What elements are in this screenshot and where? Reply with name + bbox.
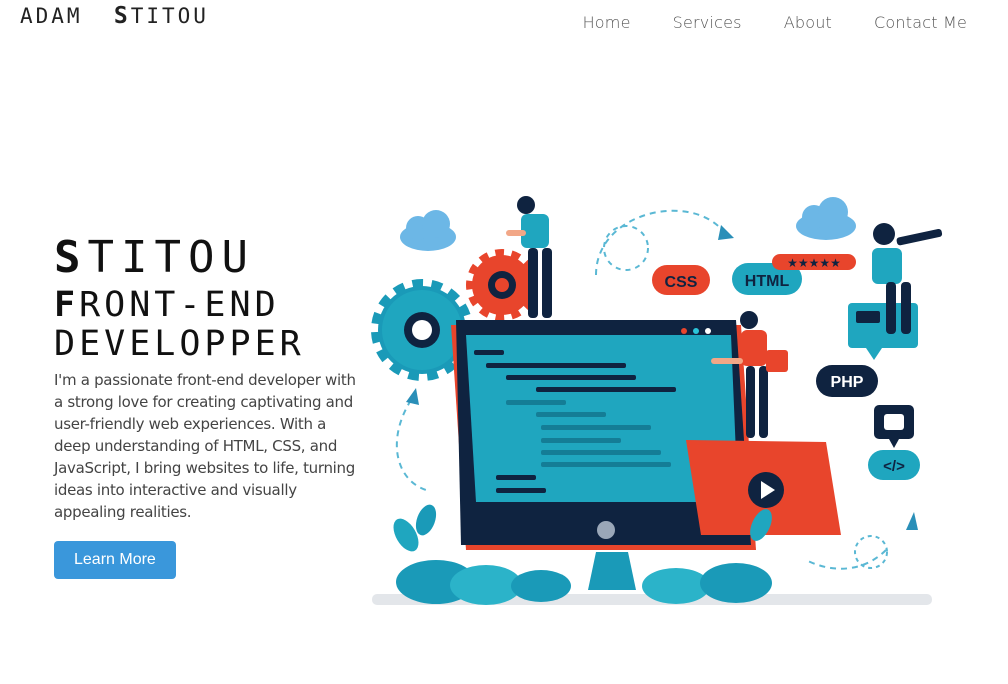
developer-illustration: CSS HTML ★★★★★ PHP </> [371,196,943,605]
dashed-arc-bottom-right [805,549,887,570]
nav-home-link[interactable]: Home [583,13,631,32]
code-tag-icon: </> [868,450,920,480]
hero-name-initial: S [54,232,88,283]
css-tag-label: CSS [665,274,698,291]
code-tag-label: </> [883,458,905,475]
hero-name-rest: TITOU [87,232,255,283]
php-tag: PHP [816,365,878,397]
dashed-arc-top [595,209,727,276]
logo-initial: S [113,3,131,29]
nav-services-link[interactable]: Services [673,13,742,32]
hero-name: STITOU [54,236,364,280]
php-tag-label: PHP [831,374,864,391]
rating-badge: ★★★★★ [772,254,856,270]
cloud-right-icon [796,197,856,240]
html-tag-label: HTML [745,273,790,290]
main-nav: Home Services About Contact Me [583,13,967,32]
gear-red-icon [466,249,538,321]
hero-role-rest: RONT-END [79,285,280,325]
learn-more-button[interactable]: Learn More [54,541,176,579]
cloud-left-icon [400,210,456,251]
css-tag: CSS [652,265,710,295]
arrow-right-icon [906,512,918,530]
thumbs-up-icon [874,405,914,448]
hero-role-initial: F [54,285,80,325]
person-with-telescope [848,223,943,360]
hero-description: I'm a passionate front-end developer wit… [54,371,356,521]
hero-title: STITOU FRONT-END DEVELOPPER [54,236,364,362]
dashed-circle-top [603,225,649,271]
hero-role-line1: FRONT-END [54,288,364,323]
nav-contact-link[interactable]: Contact Me [874,13,967,32]
nav-about-link[interactable]: About [784,13,832,32]
arrow-top-icon [718,225,734,240]
arrow-left-icon [406,388,419,405]
hero-role-line2: DEVELOPPER [54,324,305,364]
logo-last-name: TITOU [130,4,209,28]
rating-stars: ★★★★★ [787,256,841,270]
site-logo[interactable]: ADAM STITOU [20,3,209,29]
dashed-arc-left [395,399,427,491]
hero-section: STITOU FRONT-END DEVELOPPER I'm a passio… [54,236,364,579]
logo-first-name: ADAM [20,4,83,28]
dashed-circle-bottom-right [854,535,888,569]
